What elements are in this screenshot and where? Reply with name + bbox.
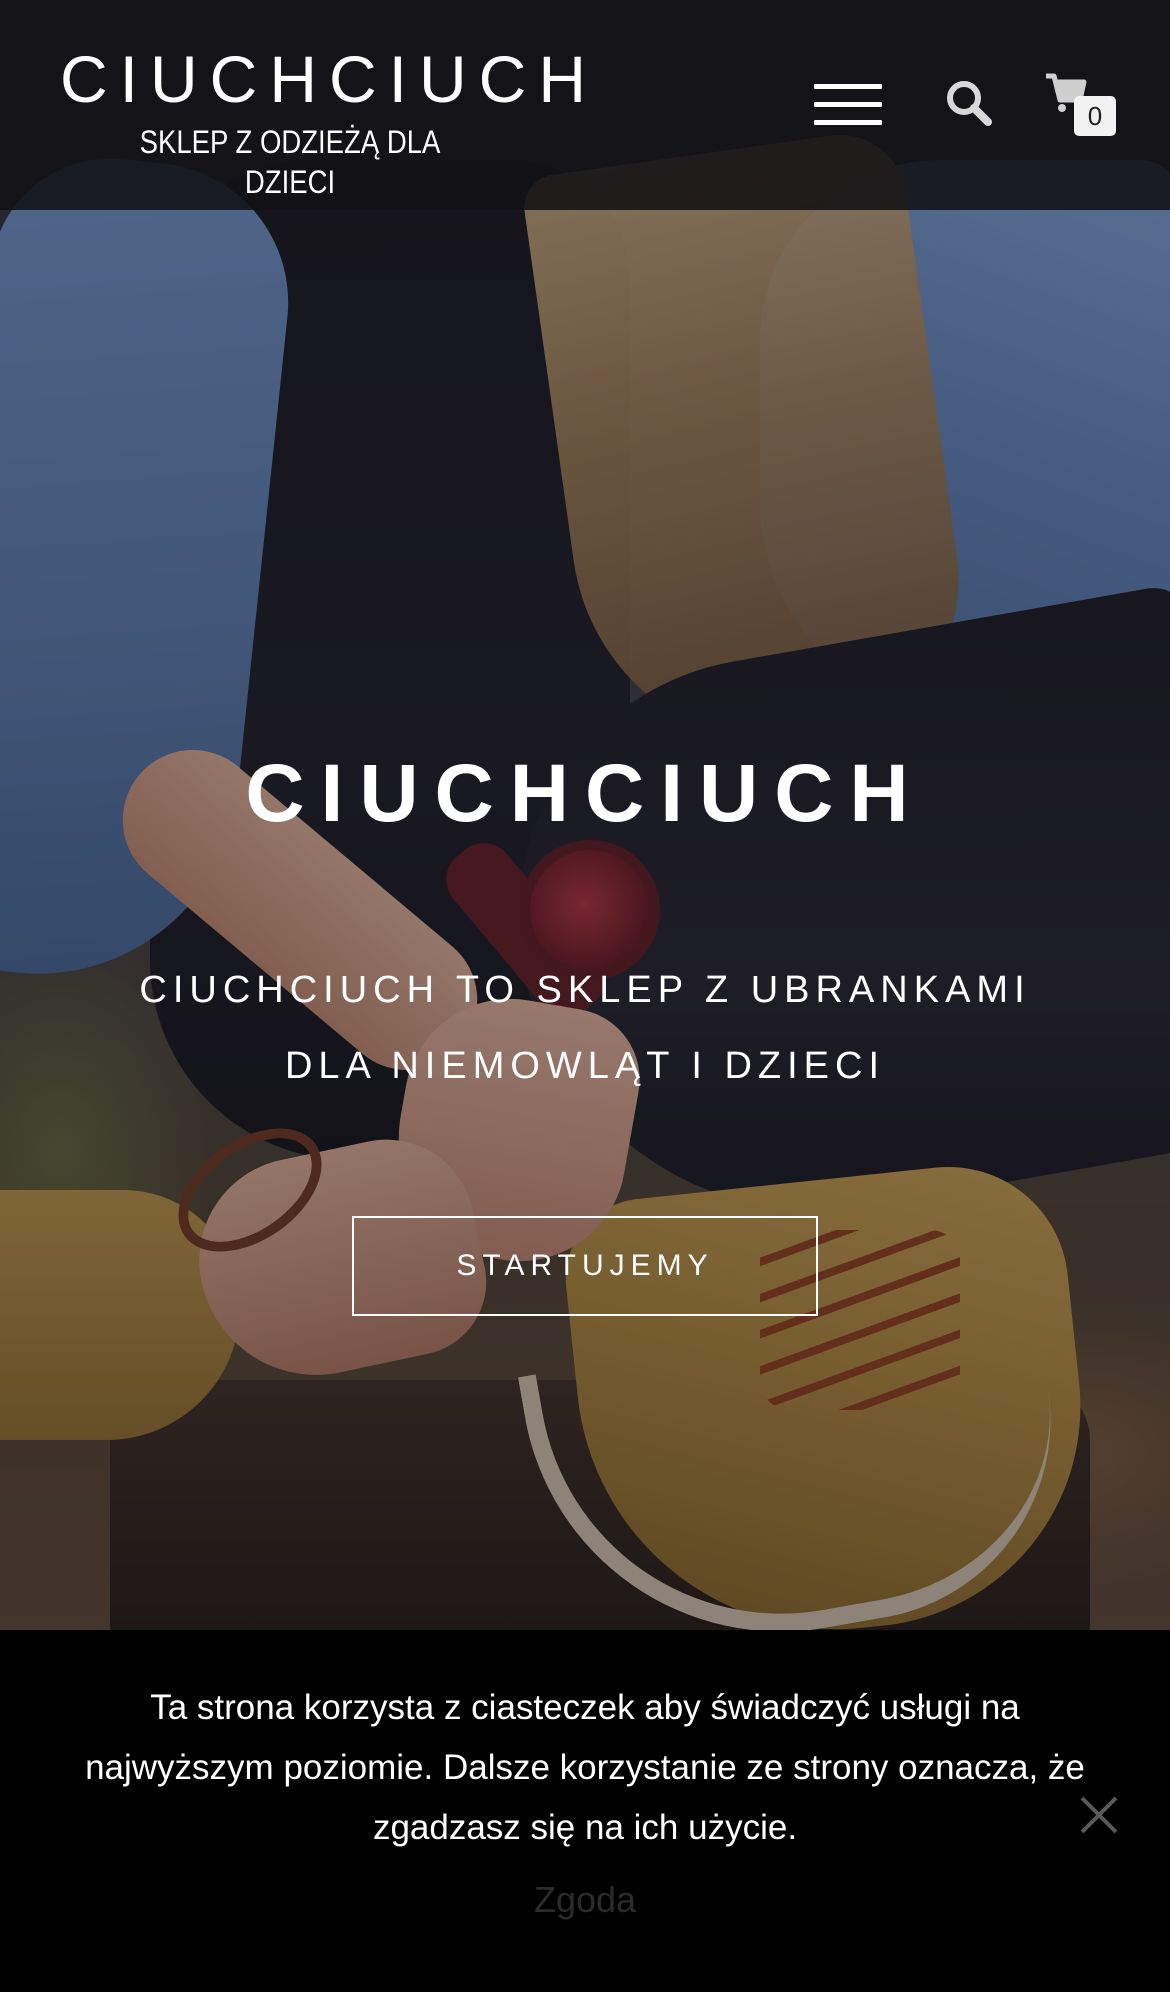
close-icon[interactable] — [1074, 1790, 1124, 1840]
site-tagline: SKLEP Z ODZIEŻĄ DLA DZIECI — [139, 124, 441, 200]
search-icon[interactable] — [944, 78, 994, 128]
cookie-notice-text: Ta strona korzysta z ciasteczek aby świa… — [85, 1688, 1085, 1847]
search-icon-graphic — [947, 81, 992, 126]
hero-subtitle: CIUCHCIUCH TO SKLEP Z UBRANKAMI DLA NIEM… — [139, 969, 1031, 1087]
site-title: CIUCHCIUCH — [60, 42, 598, 116]
hamburger-menu-icon[interactable] — [814, 82, 884, 128]
hero-title: CIUCHCIUCH — [245, 748, 925, 839]
site-logo-link[interactable]: CIUCHCIUCH SKLEP Z ODZIEŻĄ DLA DZIECI — [60, 40, 598, 202]
menu-bar — [814, 84, 882, 89]
site-header: CIUCHCIUCH SKLEP Z ODZIEŻĄ DLA DZIECI 0 — [0, 0, 1170, 210]
close-icon-graphic — [1080, 1796, 1118, 1834]
shopping-cart-icon[interactable]: 0 — [1044, 70, 1116, 140]
cart-count-badge: 0 — [1074, 96, 1116, 136]
cookie-notice-bar: Ta strona korzysta z ciasteczek aby świa… — [0, 1630, 1170, 1992]
menu-bar — [814, 102, 882, 107]
startujemy-button[interactable]: STARTUJEMY — [352, 1216, 818, 1316]
cookie-accept-button[interactable]: Zgoda — [485, 1870, 685, 1930]
menu-bar — [814, 120, 882, 125]
